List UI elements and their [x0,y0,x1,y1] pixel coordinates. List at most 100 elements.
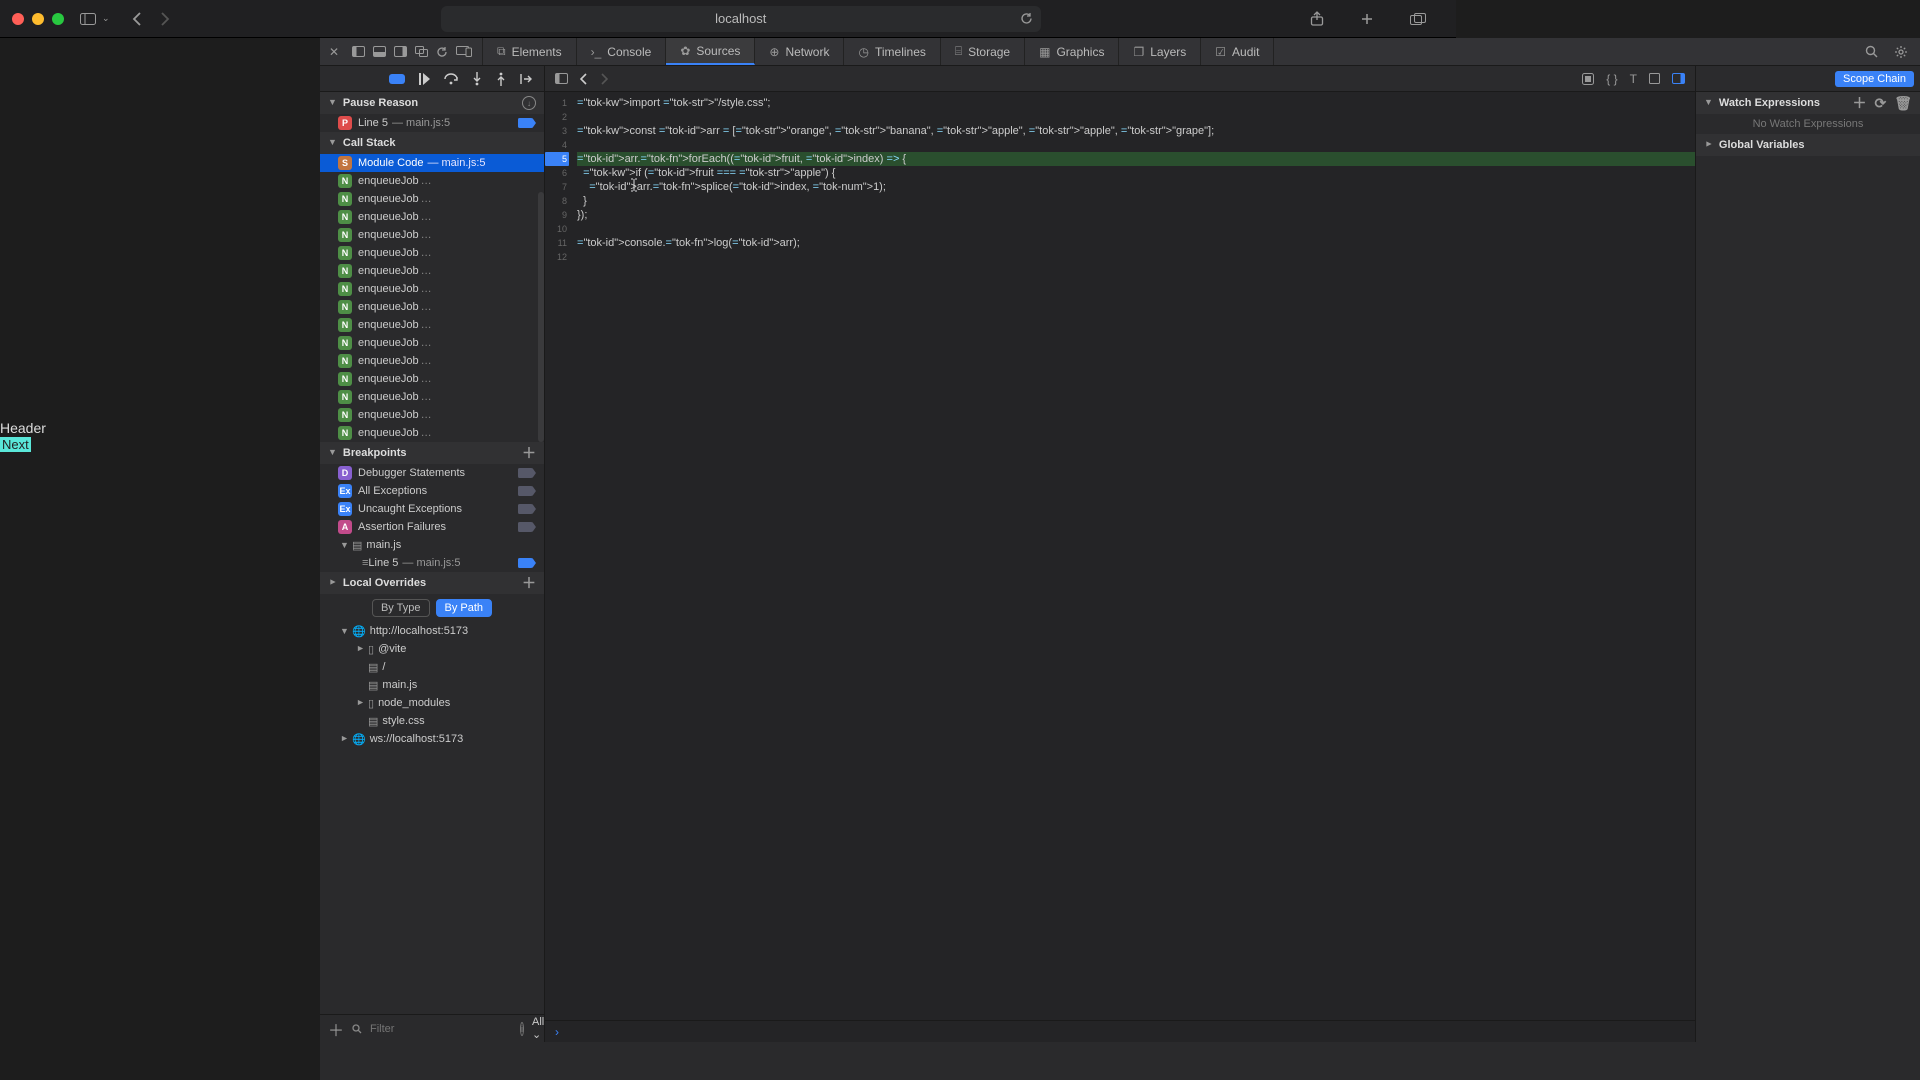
by-type-button[interactable]: By Type [372,599,430,617]
breakpoint-category-row[interactable]: ExUncaught Exceptions [320,500,544,518]
settings-icon[interactable] [1894,45,1908,59]
editor-code[interactable]: ="tok-kw">import ="tok-str">"/style.css"… [571,92,1695,1020]
call-stack-frame[interactable]: NenqueueJob … [320,352,544,370]
call-stack-frame[interactable]: NenqueueJob … [320,406,544,424]
source-origin-row[interactable]: ▼ 🌐 http://localhost:5173 [320,622,544,640]
source-origin-row[interactable]: ▼ 🌐 ws://localhost:5173 [320,730,544,748]
call-stack-frame[interactable]: NenqueueJob … [320,424,544,442]
code-editor[interactable]: 123456789101112 ="tok-kw">import ="tok-s… [545,92,1695,1020]
pause-reason-header[interactable]: ▼ Pause Reason ↓ [320,92,544,114]
breakpoint-category-row[interactable]: AAssertion Failures [320,518,544,536]
call-stack-frame[interactable]: NenqueueJob … [320,190,544,208]
dock-popout-icon[interactable] [415,46,428,57]
tab-console[interactable]: ›_Console [577,38,667,65]
source-file-row[interactable]: ▤ style.css [320,712,544,730]
call-stack-frame[interactable]: NenqueueJob … [320,298,544,316]
breakpoints-header[interactable]: ▼ Breakpoints ＋ [320,442,544,464]
nav-back-icon[interactable] [580,73,588,85]
breakpoint-arrow-icon [518,118,536,128]
source-file-row[interactable]: ▤ / [320,658,544,676]
breakpoint-category-row[interactable]: ExAll Exceptions [320,482,544,500]
info-icon[interactable]: i [520,1022,524,1036]
url-bar[interactable]: localhost [441,6,1041,32]
resume-button[interactable] [419,73,430,85]
call-stack-frame[interactable]: NenqueueJob … [320,370,544,388]
dock-left-icon[interactable] [352,46,365,57]
step-out-button[interactable] [496,72,506,86]
breakpoint-file-row[interactable]: ▼ ▤ main.js [320,536,544,554]
tabs-overview-icon[interactable] [1410,11,1426,26]
refresh-watch-button[interactable]: ⟳ [1874,95,1886,112]
tab-label: Elements [512,45,562,59]
tab-storage[interactable]: ⌸Storage [941,38,1025,65]
breakpoint-category-row[interactable]: DDebugger Statements [320,464,544,482]
filter-scope-button[interactable]: All ⌄ [532,1016,544,1041]
by-path-button[interactable]: By Path [436,599,493,617]
source-file-row[interactable]: ▤ main.js [320,676,544,694]
call-stack-frame[interactable]: NenqueueJob … [320,226,544,244]
filter-input[interactable] [370,1023,512,1035]
call-stack-frame[interactable]: NenqueueJob … [320,388,544,406]
console-prompt-strip[interactable]: › [545,1020,1695,1042]
clear-watch-button[interactable]: 🗑 [1894,95,1912,112]
code-coverage-icon[interactable] [1649,73,1660,84]
tab-layers[interactable]: ❐Layers [1119,38,1201,65]
tab-sources[interactable]: ✿Sources [666,38,755,65]
breakpoint-line-row[interactable]: ≡ Line 5 — main.js:5 [320,554,544,572]
step-over-button[interactable] [444,73,458,85]
back-button[interactable] [132,12,142,26]
pause-reason-row[interactable]: P Line 5 — main.js:5 [320,114,544,132]
step-button[interactable] [520,73,532,85]
reload-icon[interactable] [1020,12,1033,25]
add-override-button[interactable]: ＋ [522,573,536,593]
tab-graphics[interactable]: ▦Graphics [1025,38,1119,65]
close-devtools-button[interactable]: ✕ [326,38,342,65]
tab-network[interactable]: ⊕Network [755,38,844,65]
tab-elements[interactable]: ⧉Elements [483,38,577,65]
tab-audit[interactable]: ☑Audit [1201,38,1274,65]
call-stack-frame[interactable]: NenqueueJob … [320,334,544,352]
search-icon[interactable] [1865,45,1878,58]
call-stack-frame[interactable]: NenqueueJob … [320,316,544,334]
dock-bottom-icon[interactable] [373,46,386,57]
call-stack-frame[interactable]: NenqueueJob … [320,172,544,190]
call-stack-frame[interactable]: NenqueueJob … [320,244,544,262]
call-stack-frame[interactable]: NenqueueJob … [320,262,544,280]
source-folder-row[interactable]: ▼ ▯ @vite [320,640,544,658]
call-stack-frame[interactable]: NenqueueJob … [320,280,544,298]
call-stack-frame[interactable]: S Module Code — main.js:5 [320,154,544,172]
add-breakpoint-button[interactable]: ＋ [522,443,536,463]
pretty-print-icon[interactable]: { } [1606,72,1617,86]
global-variables-header[interactable]: ▼ Global Variables [1696,134,1920,156]
add-resource-button[interactable]: ＋ [328,1017,344,1041]
device-icon[interactable] [456,46,472,57]
maximize-window-button[interactable] [52,13,64,25]
add-watch-button[interactable]: ＋ [1852,93,1866,113]
close-window-button[interactable] [12,13,24,25]
call-stack-frame[interactable]: NenqueueJob … [320,208,544,226]
call-stack-header[interactable]: ▼ Call Stack [320,132,544,154]
toggle-navigator-icon[interactable] [555,73,568,84]
dock-right-icon[interactable] [394,46,407,57]
step-into-button[interactable] [472,72,482,86]
minimize-window-button[interactable] [32,13,44,25]
source-folder-row[interactable]: ▼ ▯ node_modules [320,694,544,712]
chevron-down-icon[interactable]: ⌄ [102,13,110,24]
share-icon[interactable] [1310,11,1324,26]
coverage-icon[interactable] [1582,73,1594,85]
section-title: Pause Reason [343,97,418,109]
editor-gutter[interactable]: 123456789101112 [545,92,571,1020]
toggle-details-icon[interactable] [1672,73,1685,84]
sidebar-toggle-icon[interactable] [80,13,96,25]
scope-chain-button[interactable]: Scope Chain [1835,71,1914,87]
reload-devtools-icon[interactable] [436,46,448,58]
tab-timelines[interactable]: ◷Timelines [844,38,940,65]
type-profile-icon[interactable]: T [1630,72,1637,86]
timelines-icon: ◷ [858,45,868,59]
new-tab-icon[interactable] [1360,11,1374,26]
watch-expressions-header[interactable]: ▼ Watch Expressions ＋ ⟳ 🗑 [1696,92,1920,114]
local-overrides-header[interactable]: ▼ Local Overrides ＋ [320,572,544,594]
disable-breakpoints-button[interactable] [389,74,405,84]
scrollbar[interactable] [538,192,544,442]
step-target-icon[interactable]: ↓ [522,96,536,110]
